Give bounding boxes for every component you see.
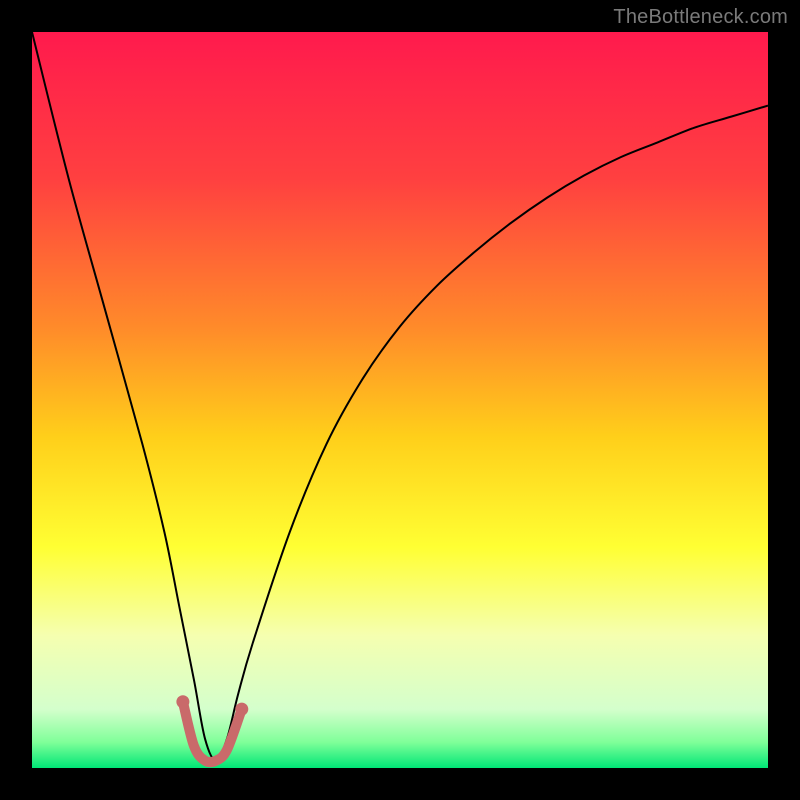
bottleneck-chart — [0, 0, 800, 800]
marker — [235, 703, 248, 716]
marker — [176, 695, 189, 708]
chart-frame: { "watermark": "TheBottleneck.com", "cha… — [0, 0, 800, 800]
watermark-text: TheBottleneck.com — [613, 6, 788, 29]
